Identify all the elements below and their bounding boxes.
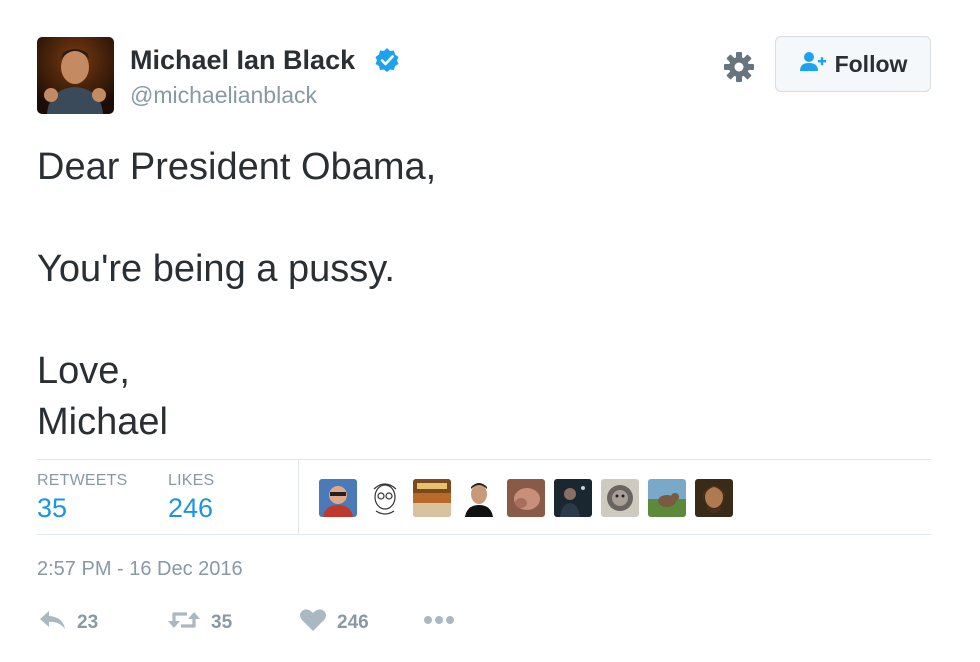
tweet-stats: RETWEETS 35 LIKES 246 <box>37 459 931 535</box>
retweet-button[interactable]: 35 <box>167 608 232 637</box>
liker-avatar[interactable] <box>648 479 686 517</box>
like-button[interactable]: 246 <box>299 608 369 637</box>
liker-avatar[interactable] <box>413 479 451 517</box>
tweet-timestamp[interactable]: 2:57 PM - 16 Dec 2016 <box>37 558 243 581</box>
likes-stat[interactable]: LIKES 246 <box>168 472 214 524</box>
likes-count: 246 <box>168 493 214 523</box>
tweet-line: Michael <box>37 401 168 443</box>
liker-avatar[interactable] <box>507 479 545 517</box>
liker-avatar[interactable] <box>460 479 498 517</box>
reply-button[interactable]: 23 <box>37 608 98 637</box>
retweet-count: 35 <box>211 611 233 633</box>
tweet-line: You're being a pussy. <box>37 248 395 290</box>
retweets-count: 35 <box>37 493 68 523</box>
add-user-icon <box>799 51 827 78</box>
tweet-actions: 23 35 246 <box>37 608 537 640</box>
heart-icon <box>299 608 327 637</box>
liker-avatar[interactable] <box>366 479 404 517</box>
display-name[interactable]: Michael Ian Black <box>130 45 355 76</box>
tweet-line: Dear President Obama, <box>37 146 437 188</box>
reply-icon <box>37 608 67 637</box>
user-handle[interactable]: @michaelianblack <box>130 82 317 109</box>
retweet-icon <box>167 608 201 637</box>
liker-avatar[interactable] <box>601 479 639 517</box>
likes-label: LIKES <box>168 472 215 489</box>
more-button[interactable] <box>422 608 456 637</box>
liker-avatar[interactable] <box>554 479 592 517</box>
follow-label: Follow <box>834 50 908 77</box>
tweet-text: Dear President Obama, You're being a pus… <box>37 142 917 448</box>
liker-avatar[interactable] <box>319 479 357 517</box>
retweets-stat[interactable]: RETWEETS 35 <box>37 472 128 524</box>
avatar[interactable] <box>37 37 114 114</box>
like-count: 246 <box>337 611 369 633</box>
follow-button[interactable]: Follow <box>775 36 931 92</box>
verified-badge-icon <box>374 47 400 78</box>
more-icon <box>422 608 456 637</box>
stats-divider <box>298 460 299 534</box>
liker-avatars <box>319 479 733 517</box>
tweet-line: Love, <box>37 350 130 392</box>
reply-count: 23 <box>77 611 99 633</box>
liker-avatar[interactable] <box>695 479 733 517</box>
gear-icon[interactable] <box>723 51 755 88</box>
retweets-label: RETWEETS <box>37 472 128 489</box>
